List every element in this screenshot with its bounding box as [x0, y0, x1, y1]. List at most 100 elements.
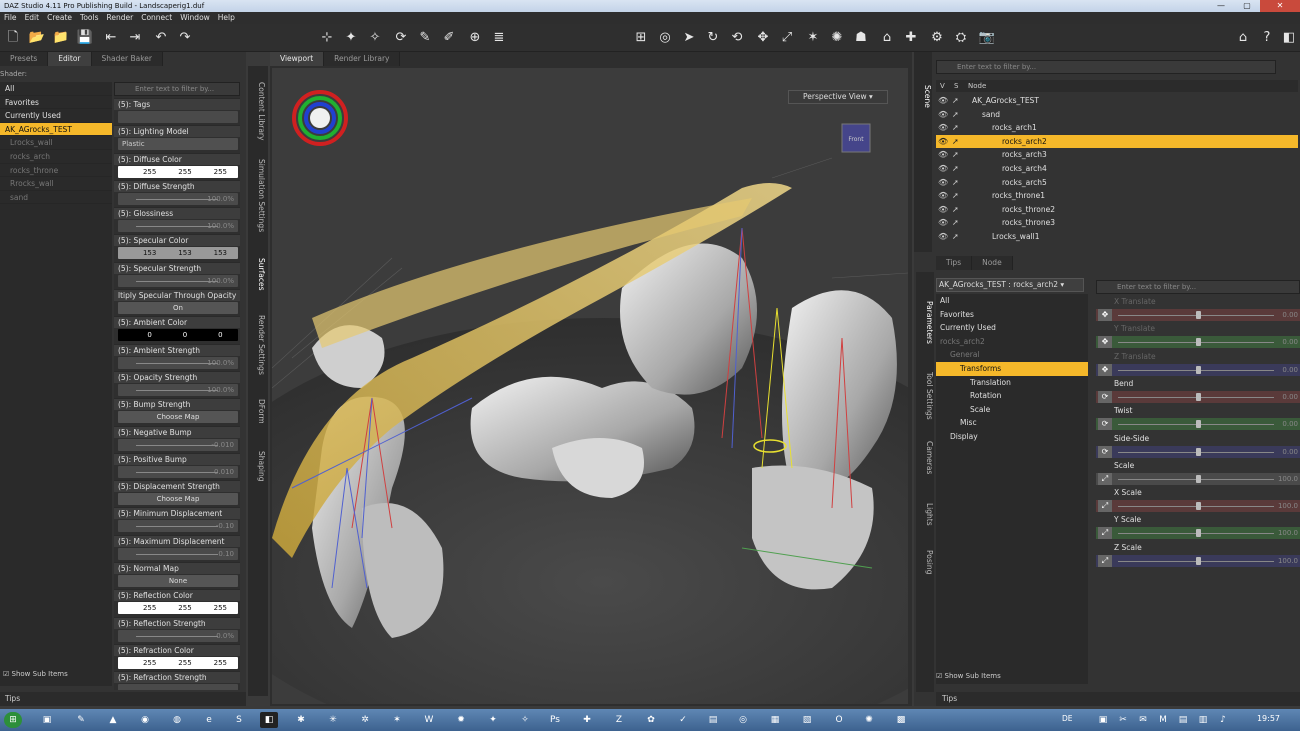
- scene-node-row[interactable]: 👁 ➚ rocks_throne3: [936, 216, 1298, 230]
- rotate-icon[interactable]: ⟳: [1098, 390, 1112, 403]
- color-channel-value[interactable]: 255: [203, 166, 238, 178]
- parameter-slider-track[interactable]: ⤢ 100.0: [1096, 554, 1300, 567]
- parameter-slider-track[interactable]: ✥ 0.00: [1096, 336, 1300, 349]
- keyboard-language[interactable]: DE: [1062, 714, 1073, 723]
- parameter-slider-value[interactable]: 0.00: [1282, 391, 1298, 403]
- menu-render[interactable]: Render: [103, 12, 138, 24]
- slider-knob[interactable]: [1196, 474, 1201, 483]
- color-channel-value[interactable]: 0: [167, 329, 202, 341]
- photoshop-icon[interactable]: Ps: [546, 712, 564, 728]
- parameter-group-row[interactable]: Display: [936, 430, 1088, 444]
- rotate-icon[interactable]: ⟲: [728, 29, 746, 47]
- light-tool-icon[interactable]: ✺: [828, 29, 846, 47]
- parameter-slider-track[interactable]: ⤢ 100.0: [1096, 500, 1300, 513]
- slider-value[interactable]: 0.0%: [216, 630, 234, 642]
- tips-tab-left[interactable]: Tips: [0, 692, 246, 706]
- parameter-slider-value[interactable]: 0.00: [1282, 309, 1298, 321]
- notepad-icon[interactable]: ▤: [704, 712, 722, 728]
- camera-icon[interactable]: 📷: [978, 29, 996, 47]
- color-channel-value[interactable]: 255: [167, 166, 202, 178]
- tab-render-library[interactable]: Render Library: [324, 52, 401, 66]
- parameter-slider-value[interactable]: 0.00: [1282, 418, 1298, 430]
- property-slider[interactable]: 100.0%: [118, 192, 238, 205]
- scale-icon[interactable]: ⤢: [778, 29, 796, 47]
- rotate-icon[interactable]: ⟳: [1098, 418, 1112, 431]
- color-channel-value[interactable]: 255: [167, 602, 202, 614]
- parameter-slider-value[interactable]: 0.00: [1282, 364, 1298, 376]
- app-icon-6[interactable]: ✲: [356, 712, 374, 728]
- visibility-eye-icon[interactable]: 👁: [938, 108, 948, 122]
- slider-knob[interactable]: [1196, 556, 1201, 565]
- viewport-3d-canvas[interactable]: Front Perspective View ▾: [272, 68, 908, 704]
- menu-edit[interactable]: Edit: [21, 12, 44, 24]
- viewport-grid-icon[interactable]: ⊞: [632, 29, 650, 47]
- open-file-icon[interactable]: 📂: [28, 29, 46, 47]
- tray-icon-5[interactable]: ▤: [1174, 712, 1192, 728]
- surface-tree-item[interactable]: rocks_arch: [0, 150, 112, 164]
- slider-knob[interactable]: [1196, 338, 1201, 347]
- color-channel-value[interactable]: 255: [132, 657, 167, 669]
- property-slider[interactable]: 100.0%: [118, 383, 238, 396]
- parameter-slider-track[interactable]: ⤢ 100.0: [1096, 527, 1300, 540]
- slider-knob[interactable]: [1196, 311, 1201, 319]
- parameter-group-row[interactable]: All: [936, 294, 1088, 308]
- scale-icon[interactable]: ⤢: [1098, 527, 1112, 540]
- app-icon-7[interactable]: ✶: [388, 712, 406, 728]
- slider-value[interactable]: 100.0%: [207, 220, 234, 232]
- app-icon-14[interactable]: ◎: [734, 712, 752, 728]
- parameter-slider-value[interactable]: 0.00: [1282, 336, 1298, 348]
- scale-icon[interactable]: ⤢: [1098, 472, 1112, 485]
- scene-node-row[interactable]: 👁 ➚ rocks_arch2: [936, 134, 1298, 149]
- surface-tree-item[interactable]: rocks_throne: [0, 164, 112, 178]
- view-cube-label[interactable]: Front: [848, 136, 864, 143]
- color-field[interactable]: 255 255 255: [118, 656, 238, 669]
- rotate-tool-icon[interactable]: ⟳: [392, 29, 410, 47]
- selectable-icon[interactable]: ➚: [952, 135, 959, 149]
- property-text-field[interactable]: [118, 111, 238, 123]
- tab-viewport[interactable]: Viewport: [270, 52, 325, 66]
- slider-knob[interactable]: [1196, 420, 1201, 429]
- new-file-icon[interactable]: 🗋: [4, 29, 22, 47]
- scale-icon[interactable]: ⤢: [1098, 554, 1112, 567]
- slider-value[interactable]: -0.010: [211, 439, 234, 451]
- daz-studio-taskbar-icon[interactable]: ◧: [260, 712, 278, 728]
- vtab-scene[interactable]: Scene: [916, 76, 932, 116]
- node-selection-tool-icon[interactable]: ⊹: [318, 29, 336, 47]
- app-icon-17[interactable]: ✺: [860, 712, 878, 728]
- spot-render-icon[interactable]: ✚: [902, 29, 920, 47]
- vtab-surfaces[interactable]: Surfaces: [250, 250, 266, 298]
- move-icon[interactable]: ✥: [754, 29, 772, 47]
- target-icon[interactable]: ◎: [656, 29, 674, 47]
- save-icon[interactable]: 💾: [76, 29, 94, 47]
- color-field[interactable]: 255 255 255: [118, 165, 238, 178]
- menu-connect[interactable]: Connect: [137, 12, 176, 24]
- scene-node-row[interactable]: 👁 ➚ sand: [936, 108, 1298, 122]
- parameter-group-row[interactable]: Translation: [936, 376, 1088, 390]
- slider-value[interactable]: -0.10: [216, 520, 234, 532]
- surface-tree-item[interactable]: Rrocks_wall: [0, 177, 112, 191]
- vtab-tool-settings[interactable]: Tool Settings: [918, 368, 934, 424]
- slider-value[interactable]: 100.0%: [207, 384, 234, 396]
- selectable-icon[interactable]: ➚: [952, 189, 959, 203]
- app-icon-2[interactable]: ▲: [104, 712, 122, 728]
- show-sub-items-checkbox-right[interactable]: ☑ Show Sub Items: [936, 672, 1001, 680]
- scene-node-row[interactable]: 👁 ➚ rocks_throne2: [936, 203, 1298, 217]
- daz-logo-icon[interactable]: ◧: [1280, 29, 1298, 47]
- vtab-posing[interactable]: Posing: [918, 544, 934, 580]
- parameter-group-row[interactable]: Favorites: [936, 308, 1088, 322]
- joint-editor-icon[interactable]: ⊕: [466, 29, 484, 47]
- tips-tab-right[interactable]: Tips: [936, 692, 1300, 706]
- scene-node-row[interactable]: 👁 ➚ rocks_throne1: [936, 189, 1298, 203]
- property-button[interactable]: Choose Map: [118, 411, 238, 424]
- selectable-icon[interactable]: ➚: [952, 94, 959, 108]
- parameter-slider-value[interactable]: 100.0: [1278, 527, 1298, 539]
- property-slider[interactable]: 100.0%: [118, 274, 238, 287]
- browser-icon[interactable]: ◍: [168, 712, 186, 728]
- open-recent-icon[interactable]: 📁: [52, 29, 70, 47]
- redo-icon[interactable]: ↷: [176, 29, 194, 47]
- property-slider[interactable]: -0.010: [118, 438, 238, 451]
- visibility-eye-icon[interactable]: 👁: [938, 189, 948, 203]
- surface-tree-item[interactable]: Currently Used: [0, 109, 112, 123]
- slider-knob[interactable]: [1196, 529, 1201, 538]
- surface-selection-tool-icon[interactable]: ✎: [416, 29, 434, 47]
